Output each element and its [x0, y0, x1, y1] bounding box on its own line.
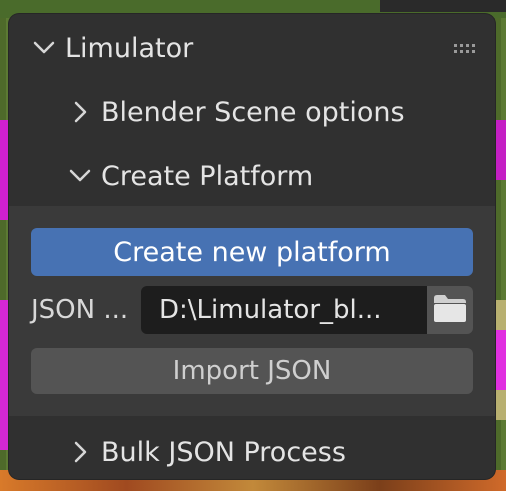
- grip-dots-icon[interactable]: [453, 40, 479, 53]
- chevron-down-icon[interactable]: [29, 33, 59, 63]
- chevron-down-icon[interactable]: [65, 161, 95, 191]
- folder-icon: [432, 292, 468, 328]
- subpanel-label: Blender Scene options: [101, 96, 405, 128]
- chevron-right-icon[interactable]: [65, 437, 95, 467]
- chevron-right-icon[interactable]: [65, 97, 95, 127]
- panel-title: Limulator: [65, 32, 194, 64]
- limulator-panel: Limulator Blender Scene options Create P…: [9, 14, 495, 479]
- json-path-field[interactable]: D:\Limulator_bl...: [141, 286, 427, 334]
- import-json-button[interactable]: Import JSON: [31, 348, 473, 394]
- viewport-object: [380, 0, 506, 12]
- panel-header[interactable]: Limulator: [9, 14, 495, 82]
- subpanel-label: Bulk JSON Process: [101, 436, 346, 468]
- json-path-label: JSON ...: [31, 295, 129, 325]
- subpanel-header-blender-scene-options[interactable]: Blender Scene options: [9, 82, 495, 142]
- create-new-platform-button[interactable]: Create new platform: [31, 228, 473, 276]
- subpanel-header-create-platform[interactable]: Create Platform: [9, 146, 495, 206]
- subpanel-label: Create Platform: [101, 160, 314, 192]
- viewport-object: [494, 330, 506, 390]
- subpanel-header-bulk-json-process[interactable]: Bulk JSON Process: [9, 422, 495, 479]
- browse-folder-button[interactable]: [427, 286, 473, 334]
- viewport-object: [494, 120, 506, 180]
- create-platform-body: Create new platform JSON ... D:\Limulato…: [9, 206, 495, 416]
